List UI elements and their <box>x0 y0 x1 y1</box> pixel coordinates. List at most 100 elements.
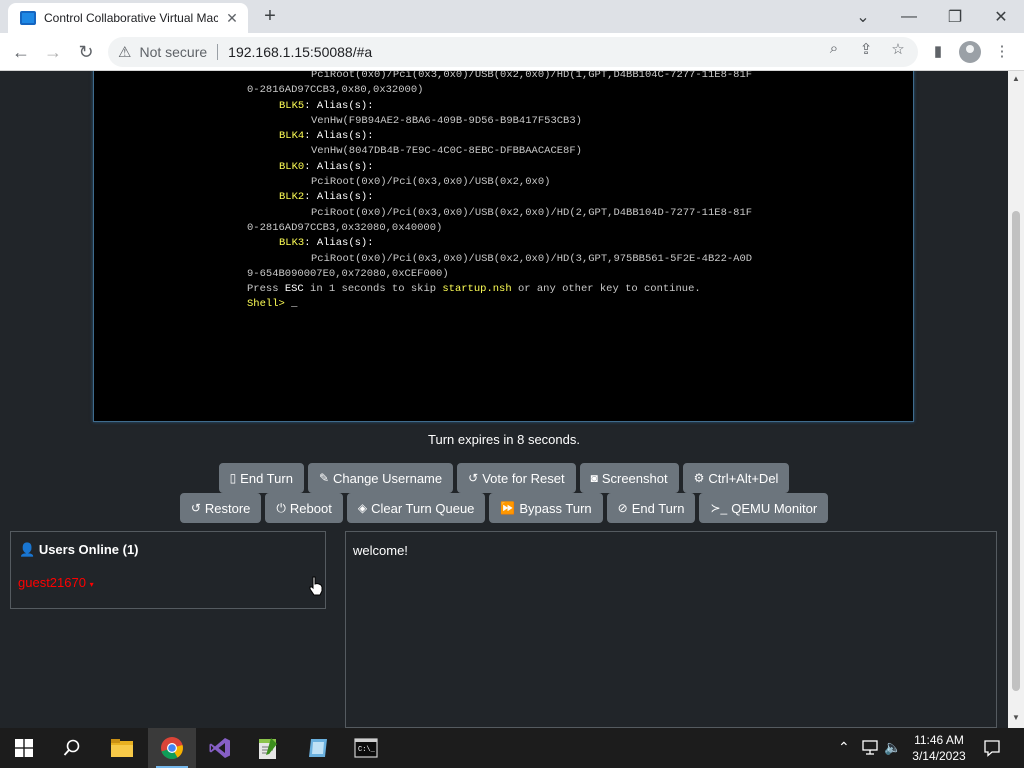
visual-studio-button[interactable] <box>196 728 244 768</box>
notepadpp-button[interactable] <box>244 728 292 768</box>
terminal-line: 0-2816AD97CCB3,0x32080,0x40000) <box>247 221 752 236</box>
user-controls: ▯ End Turn ✎ Change Username ↺ Vote for Reset… <box>0 463 1008 493</box>
button-label: End Turn <box>631 500 685 516</box>
app-button[interactable] <box>294 728 342 768</box>
profile-avatar[interactable] <box>959 41 981 63</box>
button-label: Clear Turn Queue <box>371 500 475 516</box>
clear-turn-queue-button[interactable]: ◈ Clear Turn Queue <box>346 493 486 523</box>
reboot-button[interactable]: ⏻ Reboot <box>265 493 343 523</box>
close-tab-icon[interactable]: ✕ <box>224 10 240 27</box>
terminal-text: PciRoot(0x0)/Pci(0x3,0x0)/USB(0x2,0x0)/H… <box>311 252 753 265</box>
terminal-text: BLK0 <box>279 160 305 173</box>
terminal-text: BLK5 <box>279 99 305 112</box>
change-username-button[interactable]: ✎ Change Username <box>307 463 454 493</box>
terminal-line: BLK3: Alias(s): <box>247 236 752 251</box>
new-tab-button[interactable]: + <box>258 5 282 27</box>
ctrl-alt-del-button[interactable]: ⚙ Ctrl+Alt+Del <box>682 463 790 493</box>
restore-button[interactable]: ↺ Restore <box>179 493 262 523</box>
bypass-turn-button[interactable]: ⏩ Bypass Turn <box>489 493 603 523</box>
visual-studio-icon[interactable] <box>208 736 232 760</box>
terminal-text: BLK2 <box>279 191 305 204</box>
minimize-button[interactable]: — <box>886 0 932 33</box>
terminal-button[interactable]: C:\_ <box>342 728 390 768</box>
console-icon[interactable]: C:\_ <box>354 738 378 758</box>
side-panel-icon[interactable]: ▮ <box>928 42 948 60</box>
url-text[interactable]: 192.168.1.15:50088/#a <box>228 44 372 60</box>
folder-icon[interactable] <box>110 738 134 758</box>
network-icon[interactable] <box>862 740 880 756</box>
page-scrollbar[interactable]: ▲ ▼ <box>1008 71 1024 728</box>
button-label: Vote for Reset <box>482 470 565 486</box>
mouse-icon: ▯ <box>229 471 237 485</box>
file-explorer-button[interactable] <box>98 728 146 768</box>
caret-down-icon[interactable]: ▾ <box>90 580 94 589</box>
zoom-icon[interactable]: ⌕ <box>824 40 844 57</box>
chrome-icon[interactable] <box>160 736 184 760</box>
browser-toolbar: ← → ↻ ⚠ Not secure 192.168.1.15:50088/#a… <box>0 33 1024 71</box>
restore-window-button[interactable]: ❐ <box>932 0 978 33</box>
reload-icon[interactable]: ↻ <box>73 39 99 65</box>
scroll-up-icon[interactable]: ▲ <box>1012 74 1020 83</box>
terminal-text: 0-2816AD97CCB3,0x80,0x32000) <box>247 84 424 97</box>
end-turn-button[interactable]: ▯ End Turn <box>218 463 304 493</box>
tab-search-icon[interactable]: ⌄ <box>840 0 886 33</box>
warning-icon[interactable]: ⚠ <box>118 43 131 61</box>
address-bar[interactable]: ⚠ Not secure 192.168.1.15:50088/#a <box>108 37 918 67</box>
users-online-panel: 👤 Users Online (1) guest21670 ▾ <box>10 531 326 609</box>
admin-end-turn-button[interactable]: ⊘ End Turn <box>606 493 696 523</box>
notification-icon[interactable] <box>983 739 1001 757</box>
security-label[interactable]: Not secure <box>139 44 207 60</box>
terminal-line: PciRoot(0x0)/Pci(0x3,0x0)/USB(0x2,0x0)/H… <box>247 206 752 221</box>
hand-cursor-icon <box>309 576 323 596</box>
terminal-text: PciRoot(0x0)/Pci(0x3,0x0)/USB(0x2,0x0)/H… <box>311 71 753 81</box>
terminal-line: 9-654B090007E0,0x72080,0xCEF000) <box>247 267 752 282</box>
scroll-down-icon[interactable]: ▼ <box>1012 713 1020 722</box>
terminal-text: _ <box>291 298 298 311</box>
eraser-icon: ◈ <box>357 501 368 515</box>
scroll-thumb[interactable] <box>1012 211 1020 691</box>
clock-date[interactable]: 3/14/2023 <box>906 748 972 764</box>
chevron-up-icon[interactable]: ⌃ <box>838 739 850 756</box>
users-online-title: Users Online (1) <box>38 542 139 557</box>
terminal-text: VenHw(8047DB4B-7E9C-4C0C-8EBC-DFBBAACACE… <box>311 145 582 158</box>
share-icon[interactable]: ⇪ <box>856 40 876 58</box>
screenshot-button[interactable]: ◙ Screenshot <box>579 463 679 493</box>
vote-reset-button[interactable]: ↺ Vote for Reset <box>457 463 576 493</box>
restore-icon: ↺ <box>190 501 201 515</box>
terminal-text: PciRoot(0x0)/Pci(0x3,0x0)/USB(0x2,0x0)/H… <box>311 206 753 219</box>
turn-status: Turn expires in 8 seconds. <box>428 432 580 447</box>
back-icon[interactable]: ← <box>8 39 34 65</box>
terminal-output: PciRoot(0x0)/Pci(0x3,0x0)/USB(0x2,0x0)/H… <box>247 71 752 313</box>
terminal-line: Shell> _ <box>247 297 752 312</box>
undo-icon: ↺ <box>468 471 479 485</box>
user-list-item[interactable]: guest21670 ▾ <box>18 575 94 590</box>
fast-forward-icon: ⏩ <box>500 501 516 515</box>
close-window-button[interactable]: ✕ <box>978 0 1024 33</box>
bookmark-star-icon[interactable]: ☆ <box>888 40 908 58</box>
browser-tab[interactable]: Control Collaborative Virtual Machine ✕ <box>8 3 248 33</box>
system-clock[interactable]: 11:46 AM 3/14/2023 <box>906 732 972 764</box>
notepad-icon[interactable] <box>257 736 279 760</box>
divider <box>217 44 219 60</box>
button-label: Bypass Turn <box>519 500 592 516</box>
search-button[interactable] <box>48 728 96 768</box>
users-online-header: 👤 Users Online (1) <box>19 542 139 558</box>
volume-icon[interactable]: 🔈 <box>884 739 901 756</box>
monitor-icon <box>20 11 36 25</box>
clock-time[interactable]: 11:46 AM <box>906 732 972 748</box>
terminal-text: VenHw(F9B94AE2-8BA6-409B-9D56-B9B417F53C… <box>311 114 582 127</box>
terminal-line: BLK4: Alias(s): <box>247 129 752 144</box>
username[interactable]: guest21670 <box>18 575 86 590</box>
terminal-line: VenHw(8047DB4B-7E9C-4C0C-8EBC-DFBBAACACE… <box>247 144 752 159</box>
windows-logo-icon[interactable] <box>15 739 33 757</box>
start-button[interactable] <box>0 728 48 768</box>
forward-icon[interactable]: → <box>40 39 66 65</box>
chrome-button[interactable] <box>148 728 196 768</box>
vm-display[interactable]: PciRoot(0x0)/Pci(0x3,0x0)/USB(0x2,0x0)/H… <box>93 71 914 422</box>
qemu-monitor-button[interactable]: ≻_ QEMU Monitor <box>699 493 829 523</box>
button-label: Screenshot <box>601 470 668 486</box>
menu-icon[interactable]: ⋮ <box>992 42 1012 60</box>
app-icon[interactable] <box>306 737 330 759</box>
search-icon[interactable] <box>63 739 81 757</box>
terminal-line: BLK2: Alias(s): <box>247 190 752 205</box>
